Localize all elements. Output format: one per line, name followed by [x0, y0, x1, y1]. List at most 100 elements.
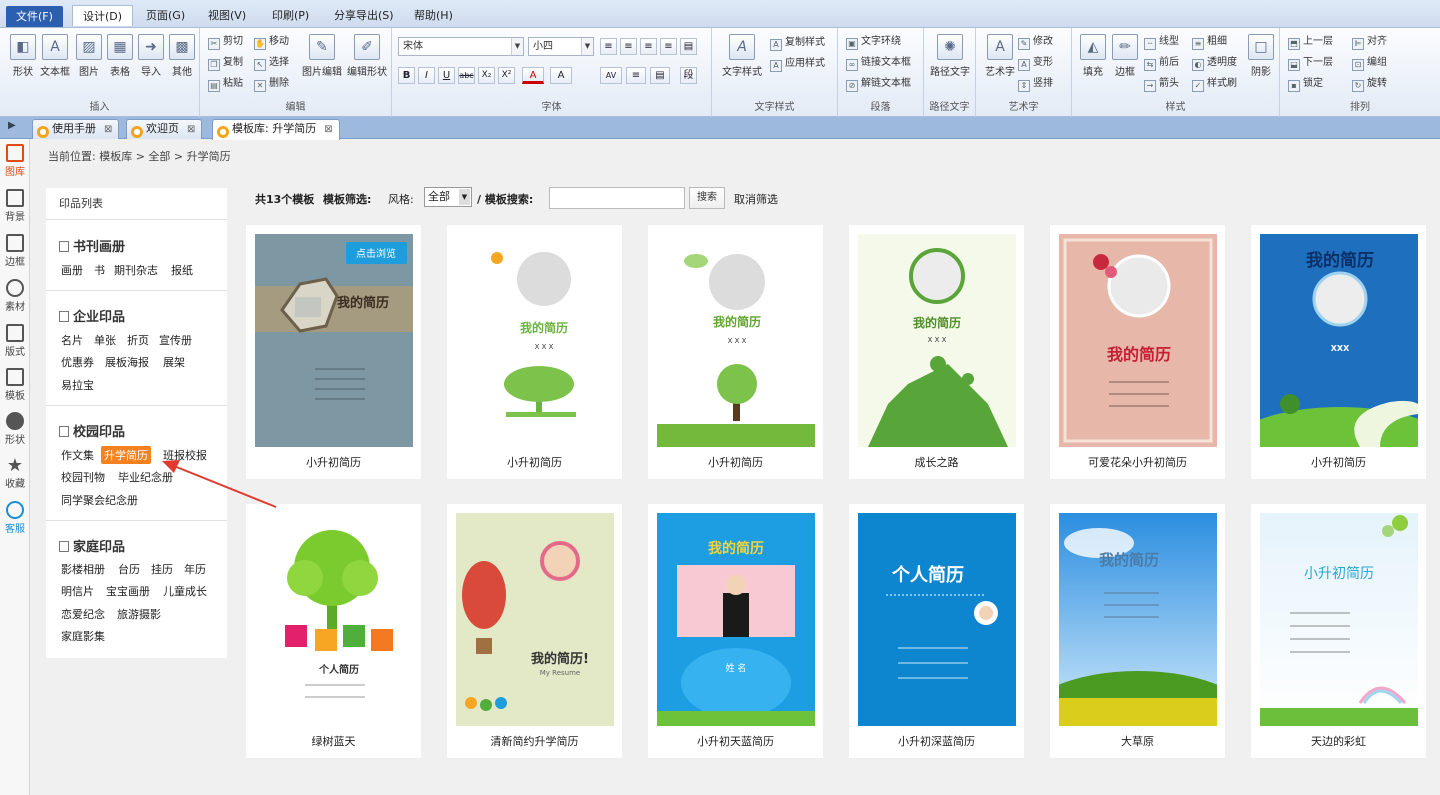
path-text-button[interactable]: ✺ 路径文字: [926, 34, 974, 78]
close-icon[interactable]: ⊠: [187, 121, 195, 139]
collapse-panel-icon[interactable]: ▶: [8, 120, 16, 131]
line-type-button[interactable]: ┄ 线型: [1144, 33, 1179, 51]
shadow-button[interactable]: □ 阴影: [1244, 34, 1278, 78]
category-link[interactable]: 展板海报: [105, 354, 149, 370]
insert-image-button[interactable]: ▨ 图片: [72, 34, 106, 78]
bring-forward-button[interactable]: ⬒ 上一层: [1288, 33, 1333, 51]
image-edit-button[interactable]: ✎ 图片编辑: [300, 34, 344, 78]
template-card[interactable]: 我的简历 可爱花朵小升初简历: [1050, 225, 1225, 479]
category-link[interactable]: 期刊杂志: [114, 262, 158, 278]
arrowhead-button[interactable]: → 箭头: [1144, 75, 1179, 93]
bold-button[interactable]: B: [398, 67, 415, 84]
edit-shape-button[interactable]: ✐ 编辑形状: [345, 34, 389, 78]
apply-style-button[interactable]: A 应用样式: [770, 55, 825, 73]
category-link[interactable]: 作文集: [61, 447, 94, 463]
category-link[interactable]: 恋爱纪念: [61, 606, 105, 622]
lock-button[interactable]: ▪ 锁定: [1288, 75, 1323, 93]
sidebar-item-material[interactable]: 素材: [0, 279, 30, 313]
line-spacing-button[interactable]: ≡: [626, 67, 646, 84]
category-link[interactable]: 影楼相册: [61, 561, 105, 577]
template-thumbnail[interactable]: 我的简历 XXX: [1260, 234, 1418, 447]
category-link[interactable]: 年历: [184, 561, 206, 577]
category-link[interactable]: 书: [94, 262, 105, 278]
insert-shape-button[interactable]: ◧ 形状: [6, 34, 40, 78]
select-button[interactable]: ↖ 选择: [254, 54, 289, 72]
category-link[interactable]: 明信片: [61, 583, 94, 599]
italic-button[interactable]: I: [418, 67, 435, 84]
category-link[interactable]: 家庭影集: [61, 628, 105, 644]
style-select[interactable]: 全部 ▼: [424, 187, 472, 207]
copy-style-button[interactable]: A 复制样式: [770, 34, 825, 52]
art-transform-button[interactable]: A 变形: [1018, 54, 1053, 72]
insert-textbox-button[interactable]: A 文本框: [38, 34, 72, 78]
sidebar-item-gallery[interactable]: 图库: [0, 144, 30, 178]
template-thumbnail[interactable]: 我的简历: [1059, 234, 1217, 447]
link-textbox-button[interactable]: ∞ 链接文本框: [846, 54, 911, 72]
template-thumbnail[interactable]: 我的简历 X X X: [657, 234, 815, 447]
template-card[interactable]: 我的简历 X X X 小升初简历: [447, 225, 622, 479]
move-button[interactable]: ✋ 移动: [254, 33, 289, 51]
template-thumbnail[interactable]: 我的简历! My Resume: [456, 513, 614, 726]
line-weight-button[interactable]: ≡ 粗细: [1192, 33, 1227, 51]
template-thumbnail[interactable]: 我的简历 X X X: [456, 234, 614, 447]
art-vertical-button[interactable]: ⇕ 竖排: [1018, 75, 1053, 93]
text-style-button[interactable]: A 文字样式: [718, 34, 766, 78]
template-thumbnail[interactable]: 我的简历: [1059, 513, 1217, 726]
category-link[interactable]: 宝宝画册: [106, 583, 150, 599]
justify-icon[interactable]: ≡: [660, 38, 677, 55]
strikethrough-button[interactable]: abc: [458, 67, 475, 84]
paste-button[interactable]: ▤ 粘贴: [208, 75, 243, 93]
template-card[interactable]: 我的简历 姓 名 小升初天蓝简历: [648, 504, 823, 758]
distribute-icon[interactable]: ▤: [680, 38, 697, 55]
category-link[interactable]: 台历: [118, 561, 140, 577]
front-back-button[interactable]: ⇆ 前后: [1144, 54, 1179, 72]
tab-template-library[interactable]: ● 模板库: 升学简历 ⊠: [212, 119, 340, 140]
category-link[interactable]: 折页: [127, 332, 149, 348]
sidebar-item-background[interactable]: 背景: [0, 189, 30, 223]
format-painter-button[interactable]: ✓ 样式刷: [1192, 75, 1237, 93]
template-thumbnail[interactable]: 个人简历: [858, 513, 1016, 726]
send-backward-button[interactable]: ⬓ 下一层: [1288, 54, 1333, 72]
category-link[interactable]: 名片: [61, 332, 83, 348]
tab-welcome[interactable]: ● 欢迎页 ⊠: [126, 119, 203, 139]
menu-help[interactable]: 帮助(H): [404, 5, 463, 26]
template-thumbnail[interactable]: 我的简历 X X X: [858, 234, 1016, 447]
sidebar-item-support[interactable]: 客服: [0, 501, 30, 535]
underline-button[interactable]: U: [438, 67, 455, 84]
category-link[interactable]: 展架: [163, 354, 185, 370]
menu-design[interactable]: 设计(D): [72, 5, 134, 26]
template-card[interactable]: 个人简历 绿树蓝天: [246, 504, 421, 758]
category-link[interactable]: 儿童成长: [163, 583, 207, 599]
font-size-grow-button[interactable]: A: [550, 67, 572, 84]
category-link[interactable]: 同学聚会纪念册: [61, 492, 138, 508]
template-card[interactable]: 我的简历 点击浏览 小升初简历: [246, 225, 421, 479]
template-card[interactable]: 我的简历 X X X 小升初简历: [648, 225, 823, 479]
category-link[interactable]: 画册: [61, 262, 83, 278]
rotate-button[interactable]: ↻ 旋转: [1352, 75, 1387, 93]
category-link[interactable]: 旅游摄影: [117, 606, 161, 622]
template-thumbnail[interactable]: 个人简历: [255, 513, 413, 726]
art-text-button[interactable]: A 艺术字: [980, 34, 1020, 78]
category-link[interactable]: 校园刊物: [61, 469, 105, 485]
align-center-icon[interactable]: ≡: [620, 38, 637, 55]
category-link[interactable]: 易拉宝: [61, 377, 94, 393]
font-color-button[interactable]: A: [522, 67, 544, 84]
char-spacing-button[interactable]: AV: [600, 67, 622, 84]
category-link[interactable]: 报纸: [171, 262, 193, 278]
superscript-button[interactable]: X²: [498, 67, 515, 84]
text-wrap-button[interactable]: ▣ 文字环绕: [846, 33, 901, 51]
category-link[interactable]: 宣传册: [159, 332, 192, 348]
close-icon[interactable]: ⊠: [324, 121, 332, 139]
menu-page[interactable]: 页面(G): [136, 5, 195, 26]
sidebar-item-template[interactable]: 模板: [0, 368, 30, 402]
template-card[interactable]: 个人简历 小升初深蓝简历: [849, 504, 1024, 758]
transparency-button[interactable]: ◐ 透明度: [1192, 54, 1237, 72]
cut-button[interactable]: ✂ 剪切: [208, 33, 243, 51]
sidebar-item-favorites[interactable]: ★ 收藏: [0, 456, 30, 490]
import-button[interactable]: ➜ 导入: [134, 34, 168, 78]
font-name-select[interactable]: 宋体 ▼: [398, 37, 524, 56]
template-card[interactable]: 我的简历! My Resume 清新简约升学简历: [447, 504, 622, 758]
category-link[interactable]: 优惠券: [61, 354, 94, 370]
align-left-icon[interactable]: ≡: [600, 38, 617, 55]
group-button[interactable]: ⊡ 编组: [1352, 54, 1387, 72]
